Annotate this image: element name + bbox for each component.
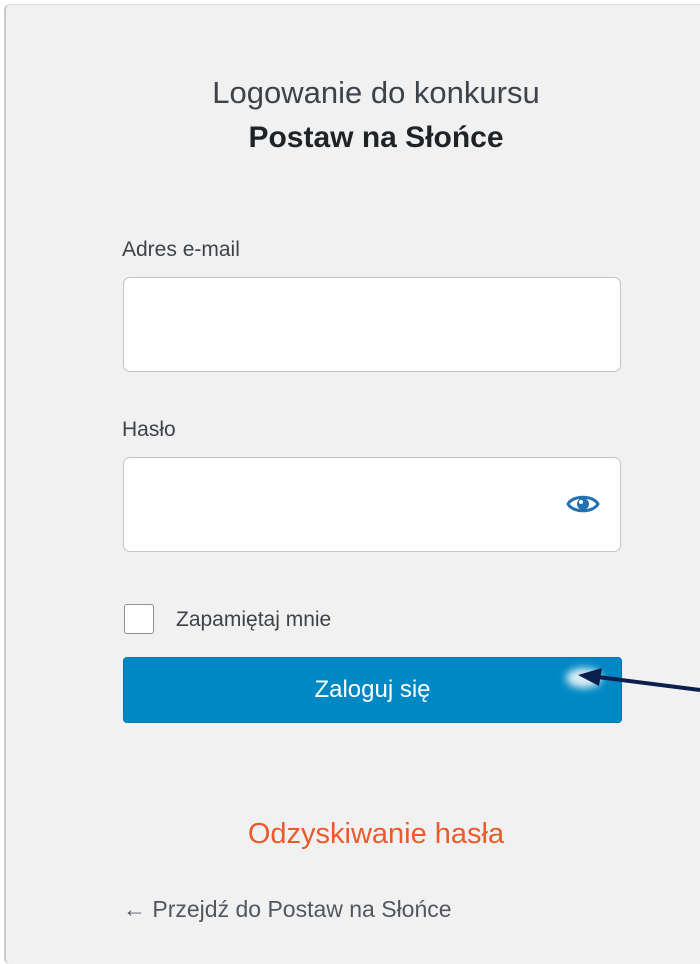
remember-label[interactable]: Zapamiętaj mnie [176,608,331,632]
email-field-box[interactable] [123,277,621,372]
login-panel: Logowanie do konkursu Postaw na Słońce A… [4,4,700,964]
eye-icon[interactable] [566,487,600,521]
password-label: Hasło [122,418,176,441]
login-title-line-2: Postaw na Słońce [248,121,504,154]
annotation-arrow-icon [566,668,700,692]
login-title-line-1: Logowanie do konkursu [212,75,540,110]
recover-password-link[interactable]: Odzyskiwanie hasła [6,818,700,851]
remember-checkbox[interactable] [124,604,154,634]
password-field-box[interactable] [123,457,621,552]
back-to-site-link[interactable]: ← Przejdź do Postaw na Słońce [123,896,452,923]
login-button[interactable]: Zaloguj się [123,657,622,723]
password-field[interactable] [136,478,560,530]
email-label: Adres e-mail [122,238,240,261]
email-field[interactable] [136,298,560,350]
